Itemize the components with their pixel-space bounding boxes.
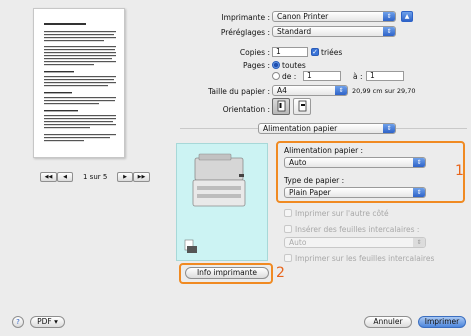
- callout-box-2: [179, 263, 273, 284]
- disclosure-triangle-icon: ▲: [404, 13, 410, 20]
- cancel-button[interactable]: Annuler: [364, 316, 412, 328]
- copies-field[interactable]: 1: [272, 47, 308, 57]
- presets-select[interactable]: Standard ⇕: [272, 26, 396, 37]
- printer-device-icon: [184, 153, 246, 253]
- duplex-label: Imprimer sur l'autre côté: [295, 209, 389, 218]
- collated-checkbox[interactable]: ✓: [311, 48, 319, 56]
- duplex-checkbox[interactable]: [284, 209, 292, 217]
- first-page-button[interactable]: ◀◀: [40, 172, 57, 182]
- help-icon: ?: [16, 318, 20, 326]
- page-preview: [33, 8, 125, 158]
- section-select-value: Alimentation papier: [263, 124, 338, 133]
- separator-label: Insérer des feuilles intercalaires :: [295, 225, 420, 234]
- help-button[interactable]: ?: [12, 316, 24, 328]
- paper-size-label: Taille du papier :: [208, 87, 270, 96]
- pages-to-field[interactable]: 1: [366, 71, 404, 81]
- print-on-separator-label: Imprimer sur les feuilles intercalaires: [295, 254, 435, 263]
- document-thumbnail: [44, 23, 116, 142]
- pages-from-field[interactable]: 1: [303, 71, 341, 81]
- paper-size-select[interactable]: A4 ⇕: [272, 85, 348, 96]
- separator-select-value: Auto: [289, 238, 307, 247]
- orientation-landscape-button[interactable]: [293, 98, 311, 115]
- last-page-button[interactable]: ▶▶: [133, 172, 150, 182]
- chevron-updown-icon: ⇕: [383, 27, 395, 36]
- landscape-icon: [298, 100, 307, 112]
- callout-number-2: 2: [276, 265, 285, 281]
- callout-box-1: [276, 141, 465, 203]
- pages-label: Pages :: [243, 61, 270, 70]
- collated-label: triées: [321, 48, 343, 57]
- callout-number-1: 1: [455, 163, 464, 179]
- previous-page-button[interactable]: ◀: [57, 172, 73, 182]
- copies-label: Copies :: [239, 48, 270, 57]
- chevron-updown-icon: ⇕: [383, 12, 395, 21]
- separator-checkbox[interactable]: [284, 225, 292, 233]
- chevron-updown-icon: ⇕: [335, 86, 347, 95]
- printer-select-value: Canon Printer: [277, 12, 329, 21]
- printer-select[interactable]: Canon Printer ⇕: [272, 11, 396, 22]
- paper-size-dimensions: 20,99 cm sur 29,70: [352, 87, 416, 95]
- pages-all-label: toutes: [282, 61, 306, 70]
- page-indicator: 1 sur 5: [83, 173, 108, 181]
- section-select[interactable]: Alimentation papier ⇕: [258, 123, 396, 134]
- printer-illustration: [176, 143, 268, 261]
- print-on-separator-checkbox[interactable]: [284, 254, 292, 262]
- pages-to-label: à :: [353, 72, 363, 81]
- chevron-updown-icon: ⇕: [413, 238, 425, 247]
- presets-label: Préréglages :: [220, 28, 270, 37]
- presets-select-value: Standard: [277, 27, 312, 36]
- print-button[interactable]: Imprimer: [418, 316, 466, 328]
- printer-label: Imprimante :: [221, 13, 270, 22]
- next-page-button[interactable]: ▶: [117, 172, 133, 182]
- portrait-icon: [277, 100, 286, 112]
- separator-select[interactable]: Auto ⇕: [284, 237, 426, 248]
- paper-size-value: A4: [277, 86, 287, 95]
- pages-from-label: de :: [282, 72, 297, 81]
- pdf-button[interactable]: PDF ▾: [30, 316, 65, 328]
- pages-all-radio[interactable]: [272, 61, 280, 69]
- orientation-portrait-button[interactable]: [272, 98, 290, 115]
- pages-range-radio[interactable]: [272, 72, 280, 80]
- orientation-label: Orientation :: [222, 105, 270, 114]
- chevron-updown-icon: ⇕: [383, 124, 395, 133]
- printer-expand-button[interactable]: ▲: [401, 11, 413, 22]
